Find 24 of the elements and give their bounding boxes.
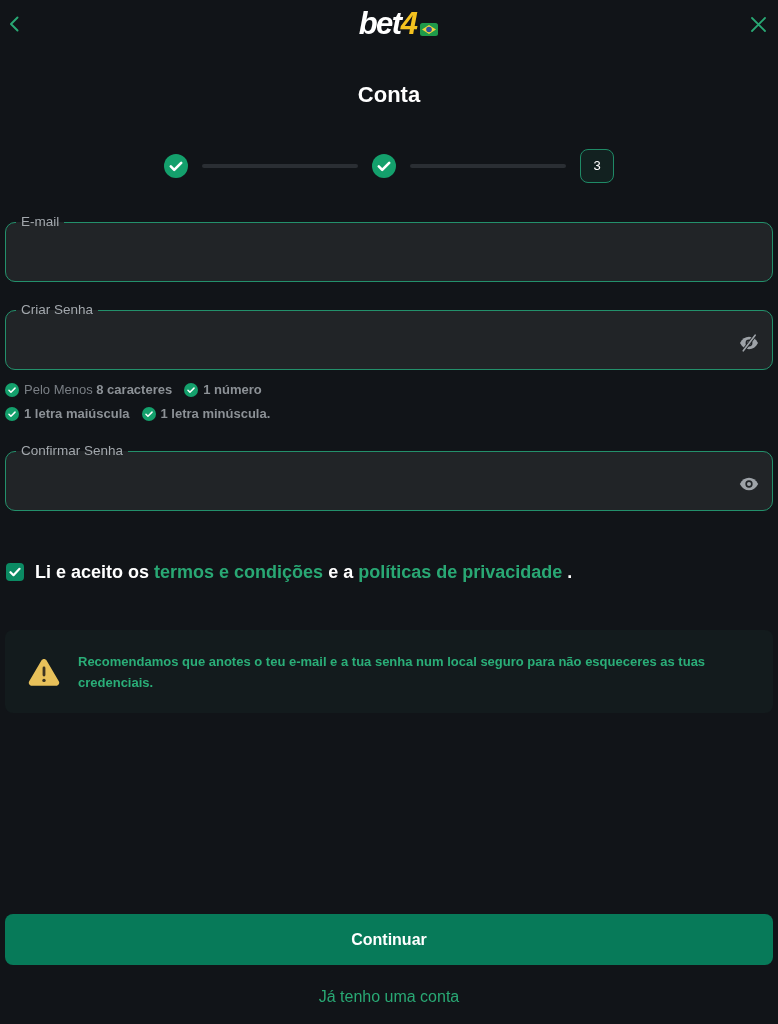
password-field[interactable]: Confirmar Senha <box>5 444 773 511</box>
checkbox[interactable] <box>6 563 24 581</box>
chevron-left-icon[interactable] <box>9 16 19 32</box>
rule-text: 1 número <box>203 381 262 399</box>
continue-button[interactable]: Continuar <box>5 914 773 965</box>
page-title: Conta <box>356 81 422 109</box>
step-indicator: 3 <box>580 149 614 183</box>
tick-icon <box>9 567 21 577</box>
warning-icon <box>28 658 60 686</box>
notice-text: Recomendamos que anotes o teu e-mail e a tua senha num local seguro para não esqueceres as tuas credenciais. <box>78 653 707 692</box>
eye-icon[interactable] <box>739 477 759 491</box>
rule-text: 1 letra maiúscula <box>24 405 130 423</box>
close-icon[interactable] <box>751 16 766 32</box>
email-field[interactable]: E-mail <box>5 215 773 282</box>
terms-text: Li e aceito os termos e condições e a políticas de privacidade . <box>35 561 573 584</box>
login-link[interactable]: Já tenho uma conta <box>318 988 460 1005</box>
terms-link[interactable]: políticas de privacidade <box>358 562 563 582</box>
logo-text: bet4 <box>358 7 417 41</box>
eye-slash-icon[interactable] <box>739 334 759 352</box>
rule-text: 1 letra minúscula. <box>160 405 271 423</box>
rule-text: Pelo Menos 8 caracteres <box>24 381 173 399</box>
flag-icon <box>420 23 439 36</box>
terms-link[interactable]: termos e condições <box>154 562 324 582</box>
password-field[interactable]: Criar Senha <box>5 303 773 370</box>
